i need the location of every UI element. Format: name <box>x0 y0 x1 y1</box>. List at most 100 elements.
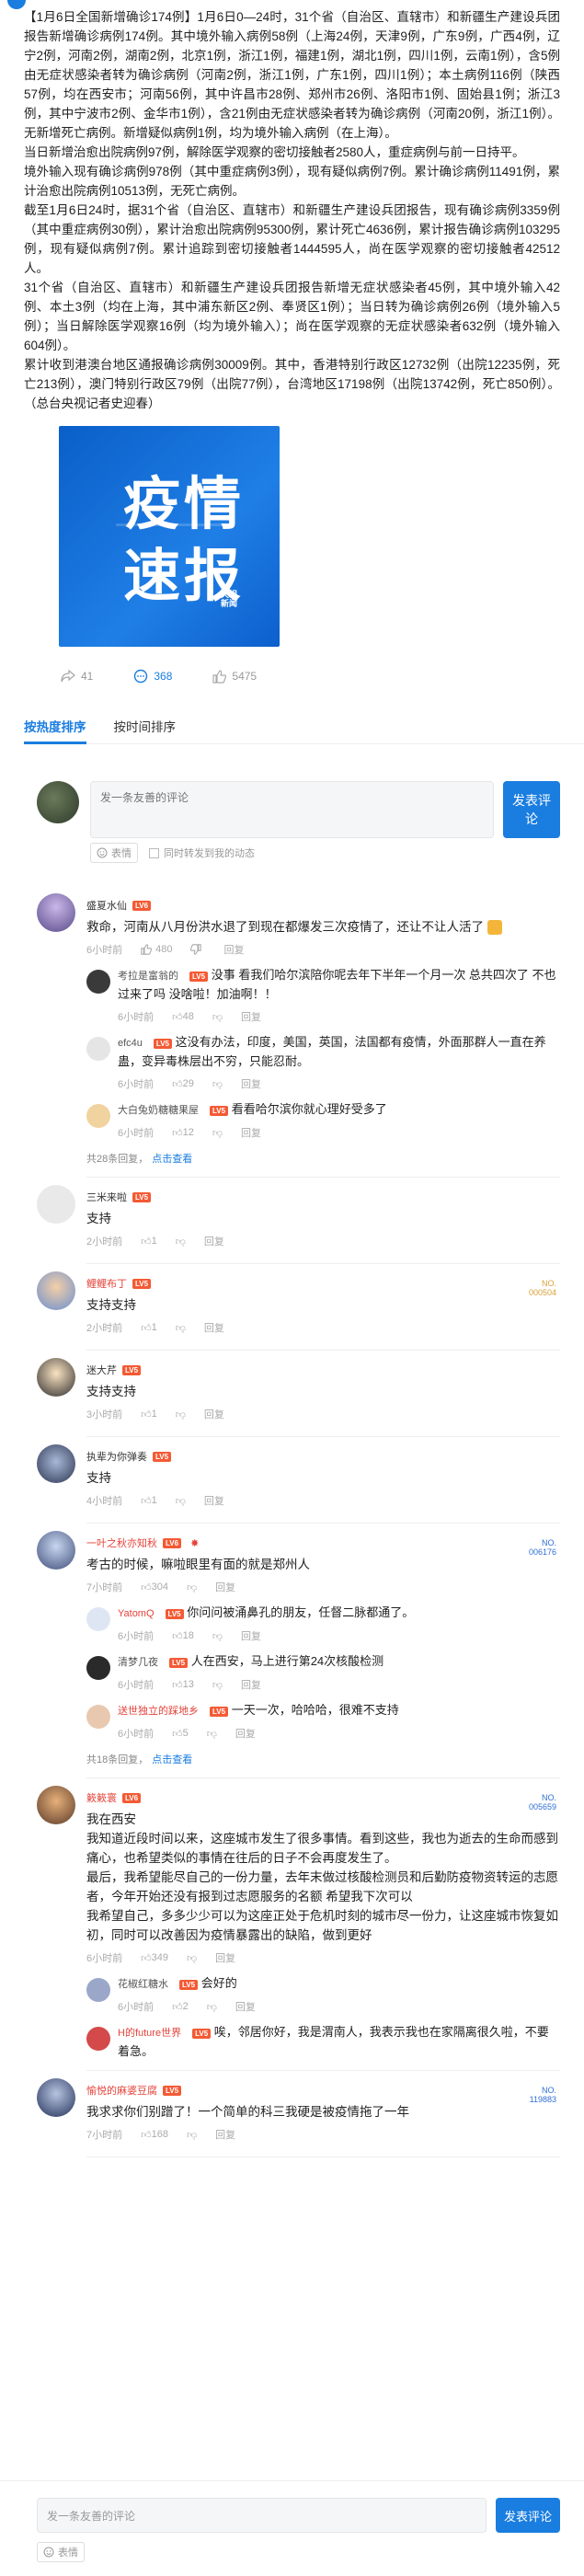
dislike-button[interactable]: 👎︎ <box>187 1581 197 1593</box>
replier-name[interactable]: 清梦几夜 <box>118 1657 158 1668</box>
tab-sort-time[interactable]: 按时间排序 <box>114 711 177 743</box>
reply-button[interactable]: 回复 <box>235 1999 256 2014</box>
like-button[interactable]: 👍︎ 12 <box>172 1127 194 1139</box>
replier-name[interactable]: 考拉是富翁的 <box>118 971 178 982</box>
dislike-button[interactable]: 👎︎ <box>212 1011 223 1023</box>
reply-button[interactable]: 回复 <box>241 1125 261 1140</box>
reply-button[interactable]: 回复 <box>241 1009 261 1024</box>
bottom-submit-button[interactable]: 发表评论 <box>496 2498 560 2533</box>
sync-checkbox[interactable] <box>149 847 159 858</box>
reply-button[interactable]: 回复 <box>241 1076 261 1091</box>
commenter-name[interactable]: 迷大芹 <box>86 1363 117 1377</box>
dislike-button[interactable]: 👎︎ <box>207 1728 217 1740</box>
dislike-button[interactable]: 👎︎ <box>176 1495 186 1507</box>
like-button[interactable]: 👍︎ 168 <box>141 2129 168 2141</box>
like-button[interactable]: 👍︎ 18 <box>172 1630 194 1642</box>
dislike-button[interactable]: 👎︎ <box>207 2001 217 2013</box>
dislike-button[interactable]: 👎︎ <box>212 1679 223 1691</box>
replier-avatar[interactable] <box>86 1705 110 1729</box>
commenter-avatar[interactable] <box>37 1358 75 1397</box>
commenter-name[interactable]: 盛夏水仙 <box>86 898 127 913</box>
comment-input[interactable] <box>90 781 494 838</box>
submit-comment-button[interactable]: 发表评论 <box>503 781 560 838</box>
view-more-replies-link[interactable]: 点击查看 <box>152 1754 192 1765</box>
commenter-name[interactable]: 执辈为你弹奏 <box>86 1449 147 1464</box>
commenter-name[interactable]: 簌簌寰 <box>86 1790 117 1805</box>
reply-button[interactable]: 回复 <box>235 1726 256 1741</box>
dislike-button[interactable]: 👎︎ <box>212 1078 223 1090</box>
like-button[interactable]: 👍︎ 48 <box>172 1011 194 1023</box>
replier-avatar[interactable] <box>86 1656 110 1680</box>
bottom-comment-input[interactable]: 发一条友善的评论 <box>37 2498 487 2533</box>
commenter-avatar[interactable] <box>37 1444 75 1483</box>
like-button[interactable]: 👍︎ 1 <box>141 1236 157 1248</box>
like-count: 304 <box>151 1581 168 1593</box>
commenter-name[interactable]: 一叶之秋亦知秋 <box>86 1535 157 1550</box>
bottom-emoji-button[interactable]: 表情 <box>37 2542 85 2562</box>
replier-name[interactable]: 送世独立的踩地乡 <box>118 1706 199 1717</box>
like-button[interactable]: 👍︎ 349 <box>141 1952 168 1964</box>
replier-avatar[interactable] <box>86 1037 110 1061</box>
commenter-avatar[interactable] <box>37 1531 75 1570</box>
like-button[interactable]: 👍︎ 1 <box>141 1409 157 1420</box>
like-count: 5 <box>182 1728 189 1739</box>
replier-name[interactable]: 大白兔奶糖糖果屋 <box>118 1105 199 1116</box>
comment-meta: 2小时前 👍︎ 1 👎︎ 回复 <box>86 1228 560 1254</box>
like-button[interactable]: 👍︎ 1 <box>141 1322 157 1334</box>
reply-button[interactable]: 回复 <box>204 1320 224 1335</box>
commenter-avatar[interactable] <box>37 1786 75 1824</box>
like-button[interactable]: 👍︎ 13 <box>172 1679 194 1691</box>
dislike-button[interactable]: 👎︎ <box>187 1952 197 1964</box>
reply-button[interactable]: 回复 <box>215 2127 235 2142</box>
replier-avatar[interactable] <box>86 1607 110 1631</box>
reply-button[interactable]: 回复 <box>223 942 244 957</box>
replier-name[interactable]: YatomQ <box>118 1608 155 1619</box>
dislike-button[interactable]: 👎︎ <box>212 1630 223 1642</box>
like-count: 48 <box>182 1011 194 1022</box>
reply-button[interactable]: 回复 <box>215 1950 235 1965</box>
reply-button[interactable]: 回复 <box>204 1407 224 1421</box>
tab-sort-hot[interactable]: 按热度排序 <box>24 711 86 744</box>
commenter-avatar[interactable] <box>37 1271 75 1310</box>
dislike-button[interactable]: 👎︎ <box>176 1322 186 1334</box>
like-button[interactable]: 5475 <box>212 669 257 684</box>
like-button[interactable]: 👍︎ 29 <box>172 1078 194 1090</box>
reply-button[interactable]: 回复 <box>204 1493 224 1508</box>
dislike-button[interactable]: 👎︎ <box>212 1127 223 1139</box>
replier-name[interactable]: H的future世界 <box>118 2028 181 2039</box>
replier-avatar[interactable] <box>86 970 110 994</box>
comment-item: 鲤鲤布丁 LV5 支持支持 2小时前 👍︎ 1 👎︎ 回复 NO. 000504 <box>0 1264 584 1351</box>
replier-name[interactable]: efc4u <box>118 1038 143 1049</box>
replier-name[interactable]: 花椒红糖水 <box>118 1979 168 1990</box>
article-paragraph: 截至1月6日24时，据31个省（自治区、直辖市）和新疆生产建设兵团报告，现有确诊… <box>24 203 560 275</box>
like-button[interactable]: 👍︎ 2 <box>172 2001 189 2013</box>
commenter-name[interactable]: 鲤鲤布丁 <box>86 1276 127 1291</box>
comment-time: 7小时前 <box>86 1582 123 1593</box>
dislike-button[interactable]: 👎︎ <box>176 1409 186 1420</box>
reply-button[interactable]: 回复 <box>241 1677 261 1692</box>
commenter-avatar[interactable] <box>37 2078 75 2117</box>
reply-button[interactable]: 回复 <box>215 1580 235 1594</box>
dislike-button[interactable]: 👎︎ <box>176 1236 186 1248</box>
dislike-button[interactable]: 👎︎ <box>187 2129 197 2141</box>
like-button[interactable]: 👍︎ 304 <box>141 1581 168 1593</box>
comment-button[interactable]: 368 <box>133 669 172 684</box>
view-more-replies-link[interactable]: 点击查看 <box>152 1154 192 1165</box>
like-button[interactable]: 👍︎ 5 <box>172 1728 189 1740</box>
like-button[interactable]: 👍︎ 1 <box>141 1495 157 1507</box>
replier-avatar[interactable] <box>86 2027 110 2051</box>
replier-avatar[interactable] <box>86 1978 110 2002</box>
emoji-button[interactable]: 表情 <box>90 843 138 863</box>
commenter-avatar[interactable] <box>37 893 75 932</box>
article-cover-image[interactable]: 疫情 速报 央视新闻 <box>59 426 280 647</box>
like-button[interactable]: 480 <box>141 944 172 955</box>
commenter-name[interactable]: 愉悦的麻婆豆腐 <box>86 2083 157 2098</box>
reply-button[interactable]: 回复 <box>241 1628 261 1643</box>
commenter-avatar[interactable] <box>37 1185 75 1224</box>
dislike-button[interactable] <box>190 944 205 955</box>
fan-badge: NO. 119883 <box>529 2086 556 2104</box>
commenter-name[interactable]: 三米来啦 <box>86 1190 127 1204</box>
reply-button[interactable]: 回复 <box>204 1234 224 1248</box>
forward-button[interactable]: 41 <box>61 670 93 683</box>
replier-avatar[interactable] <box>86 1104 110 1128</box>
